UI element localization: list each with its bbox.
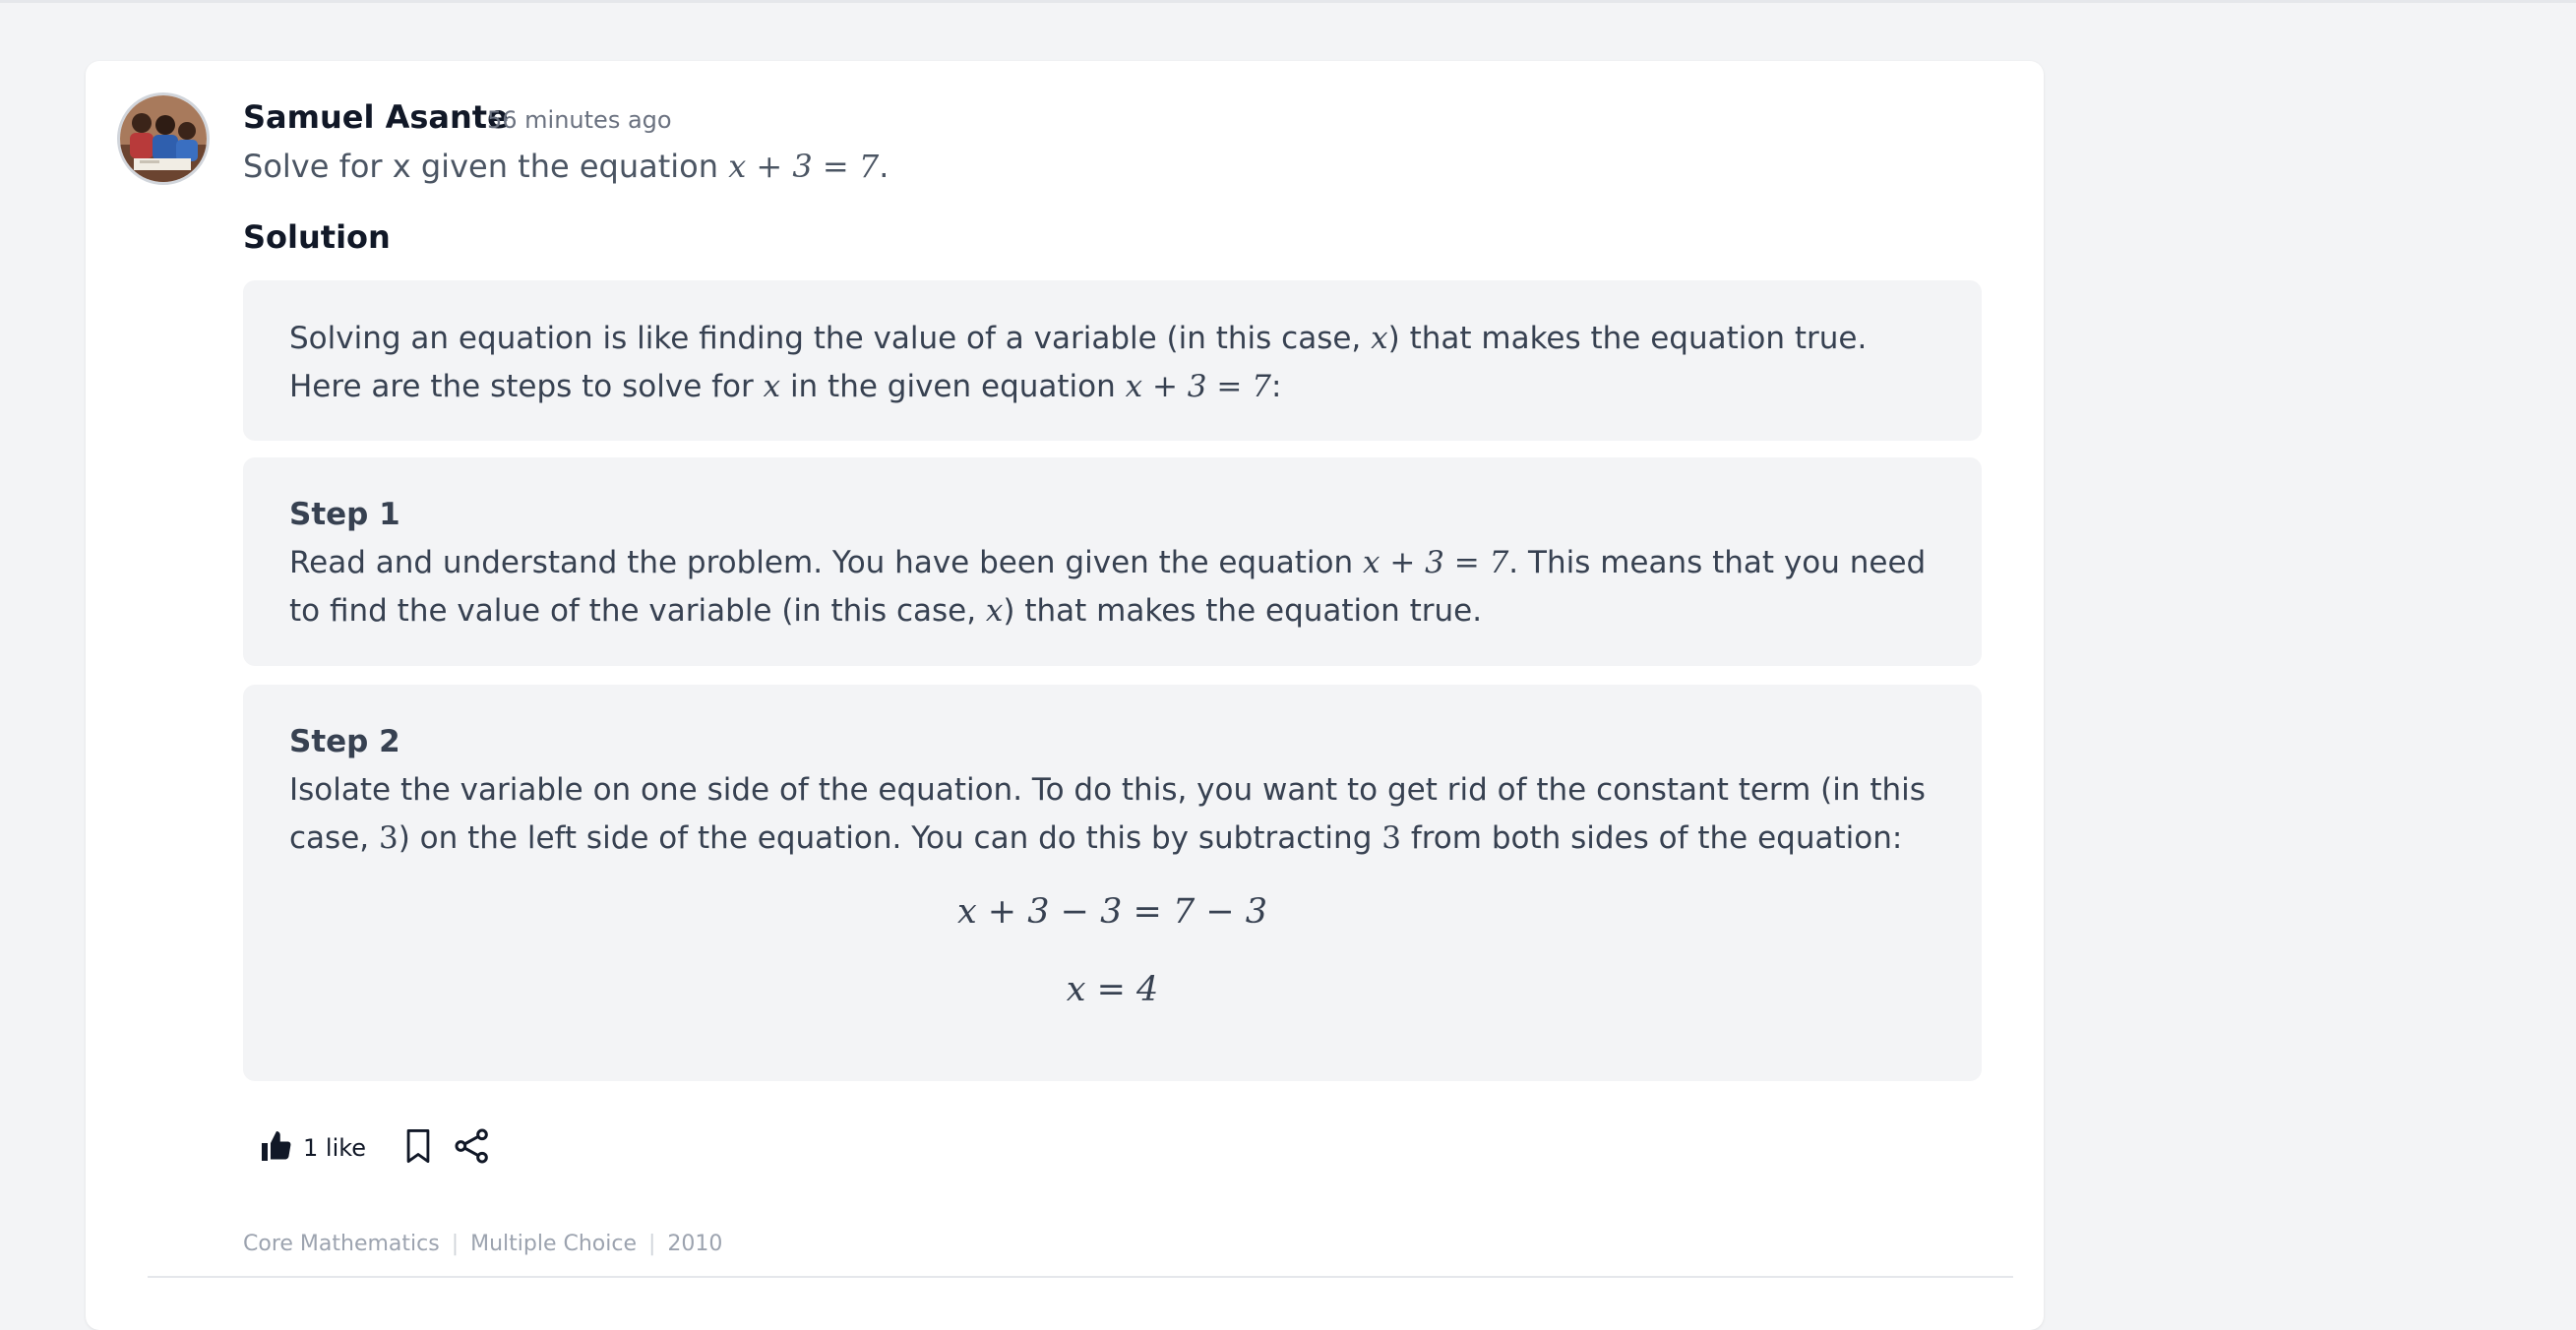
step-2-title: Step 2 <box>289 724 400 759</box>
bookmark-button[interactable] <box>401 1127 435 1169</box>
top-border <box>0 0 2576 3</box>
intro-variable-2: x <box>763 369 781 404</box>
intro-paragraph: Solving an equation is like finding the … <box>289 315 1935 411</box>
tag-separator: | <box>451 1232 460 1256</box>
display-equation-1-text: x + 3 − 3 = 7 − 3 <box>956 892 1268 932</box>
intro-text-a: Solving an equation is like finding the … <box>289 321 1372 356</box>
display-equation-1: x + 3 − 3 = 7 − 3 <box>289 886 1935 937</box>
tag-separator: | <box>648 1232 656 1256</box>
step-1-variable: x <box>985 593 1004 629</box>
bookmark-icon <box>401 1127 435 1169</box>
step-1-box: Step 1 Read and understand the problem. … <box>243 457 1982 666</box>
question-suffix: . <box>879 148 889 185</box>
author-name[interactable]: Samuel Asante <box>243 98 509 136</box>
step-2-text-b: ) on the left side of the equation. You … <box>398 820 1382 856</box>
step-2-box: Step 2 Isolate the variable on one side … <box>243 685 1982 1081</box>
step-1-text-c: ) that makes the equation true. <box>1003 593 1483 629</box>
step-2-paragraph: Isolate the variable on one side of the … <box>289 766 1935 863</box>
step-2-constant: 3 <box>378 820 399 856</box>
intro-equation: x + 3 = 7 <box>1125 369 1271 404</box>
post-card: Samuel Asante 56 minutes ago Solve for x… <box>86 61 2044 1330</box>
question-equation: x + 3 = 7 <box>728 148 880 185</box>
step-2-constant-2: 3 <box>1381 820 1401 856</box>
divider <box>148 1276 2013 1278</box>
thumbs-up-icon <box>258 1128 295 1168</box>
intro-text-c: in the given equation <box>780 369 1126 404</box>
intro-text-d: : <box>1270 369 1282 404</box>
display-equation-2: x = 4 <box>289 964 1935 1015</box>
step-1-equation: x + 3 = 7 <box>1363 545 1509 580</box>
solution-heading: Solution <box>243 218 391 256</box>
post-actions: 1 like <box>258 1123 492 1173</box>
question-prefix: Solve for x given the equation <box>243 148 729 185</box>
step-1-paragraph: Read and understand the problem. You hav… <box>289 539 1935 635</box>
tag-question-type[interactable]: Multiple Choice <box>470 1232 637 1256</box>
share-icon <box>453 1126 492 1170</box>
intro-variable: x <box>1371 321 1388 356</box>
step-1-title: Step 1 <box>289 497 400 532</box>
tag-subject[interactable]: Core Mathematics <box>243 1232 440 1256</box>
step-2-text-c: from both sides of the equation: <box>1400 820 1903 856</box>
display-equation-2-text: x = 4 <box>1066 970 1159 1009</box>
step-1-text-a: Read and understand the problem. You hav… <box>289 545 1363 580</box>
post-timestamp: 56 minutes ago <box>487 106 672 134</box>
tag-list: Core Mathematics | Multiple Choice | 201… <box>243 1232 722 1256</box>
avatar[interactable] <box>117 92 210 185</box>
like-count: 1 like <box>303 1134 367 1162</box>
solution-intro-box: Solving an equation is like finding the … <box>243 280 1982 441</box>
question-text: Solve for x given the equation x + 3 = 7… <box>243 148 889 185</box>
like-button[interactable]: 1 like <box>258 1128 366 1168</box>
tag-year[interactable]: 2010 <box>667 1232 722 1256</box>
share-button[interactable] <box>453 1126 492 1170</box>
